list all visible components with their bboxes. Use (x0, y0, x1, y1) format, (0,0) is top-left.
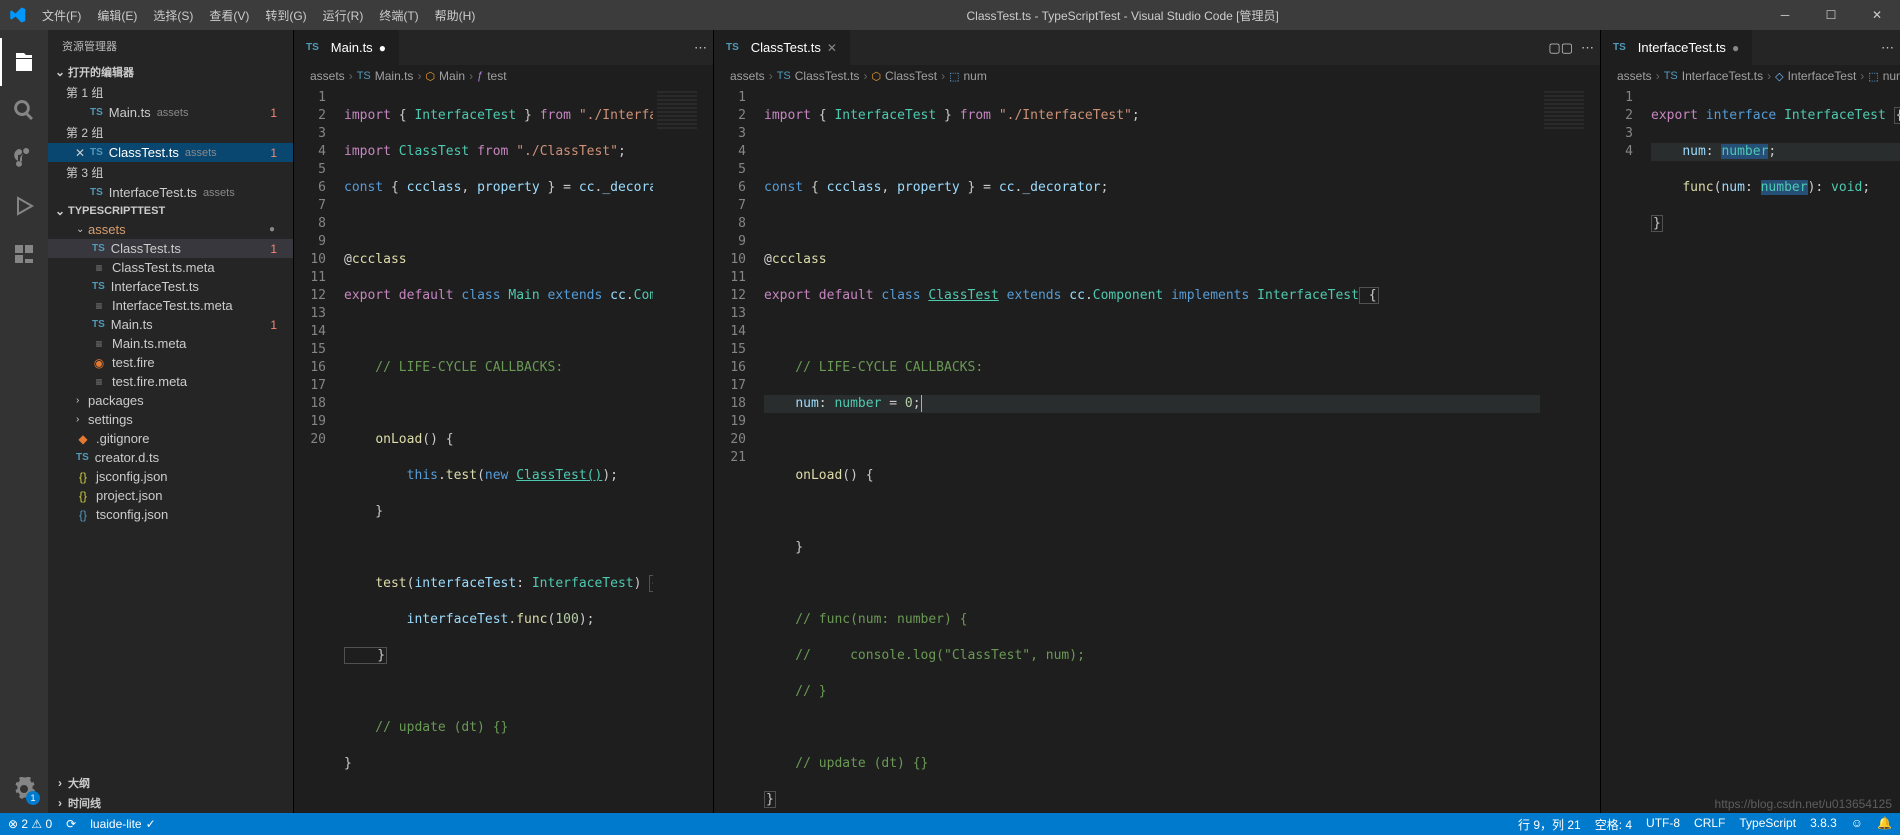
file-jsconfig[interactable]: {}jsconfig.json (48, 467, 293, 486)
open-editors-section[interactable]: ⌄打开的编辑器 (48, 62, 293, 82)
code-interfacetest[interactable]: export interface InterfaceTest { num: nu… (1651, 87, 1900, 813)
code-main[interactable]: import { InterfaceTest } from "./Interfa… (344, 87, 653, 813)
tab-main[interactable]: TSMain.ts● (294, 30, 399, 65)
maximize-button[interactable]: ☐ (1808, 0, 1854, 30)
breadcrumb-main[interactable]: assets› TSMain.ts› ⬡Main› ƒtest (294, 65, 713, 87)
split-editor-icon[interactable]: ▢▢ (1548, 40, 1573, 56)
status-eol[interactable]: CRLF (1694, 816, 1725, 833)
editor-more-icon[interactable]: ⋯ (694, 40, 707, 56)
open-editor-classtest[interactable]: ✕TSClassTest.tsassets1 (48, 143, 293, 162)
gutter-classtest: 123456789101112131415161718192021 (714, 87, 764, 813)
status-remote[interactable]: ⟳ (66, 817, 76, 831)
file-classtest[interactable]: TSClassTest.ts1 (48, 239, 293, 258)
status-errors[interactable]: ⊗ 2 ⚠ 0 (8, 817, 52, 831)
folder-packages[interactable]: ›packages (48, 391, 293, 410)
file-testfire[interactable]: ◉test.fire (48, 353, 293, 372)
status-ln-col[interactable]: 行 9，列 21 (1518, 816, 1581, 833)
menu-goto[interactable]: 转到(G) (257, 0, 314, 30)
code-classtest[interactable]: import { InterfaceTest } from "./Interfa… (764, 87, 1540, 813)
open-editor-main[interactable]: TSMain.tsassets1 (48, 103, 293, 122)
workspace-section[interactable]: ⌄TYPESCRIPTTEST (48, 202, 293, 220)
file-interfacetest[interactable]: TSInterfaceTest.ts (48, 277, 293, 296)
menu-view[interactable]: 查看(V) (201, 0, 257, 30)
extensions-icon[interactable] (0, 230, 48, 278)
minimap-classtest[interactable] (1540, 87, 1600, 813)
menu-run[interactable]: 运行(R) (315, 0, 372, 30)
settings-icon[interactable]: 1 (0, 765, 48, 813)
close-tab-icon[interactable]: ✕ (827, 41, 837, 55)
folder-settings[interactable]: ›settings (48, 410, 293, 429)
editor-group-1: 第 1 组 (48, 82, 293, 103)
file-main-meta[interactable]: ≡Main.ts.meta (48, 334, 293, 353)
file-gitignore[interactable]: ◆.gitignore (48, 429, 293, 448)
status-language[interactable]: TypeScript (1739, 816, 1796, 833)
breadcrumb-classtest[interactable]: assets› TSClassTest.ts› ⬡ClassTest› ⬚num (714, 65, 1600, 87)
editor-group-main: TSMain.ts● ⋯ assets› TSMain.ts› ⬡Main› ƒ… (293, 30, 713, 813)
activitybar: 1 (0, 30, 48, 813)
editor-group-2: 第 2 组 (48, 122, 293, 143)
menu-select[interactable]: 选择(S) (145, 0, 201, 30)
status-spaces[interactable]: 空格: 4 (1595, 816, 1632, 833)
file-classtest-meta[interactable]: ≡ClassTest.ts.meta (48, 258, 293, 277)
window-title: ClassTest.ts - TypeScriptTest - Visual S… (483, 7, 1762, 24)
status-feedback-icon[interactable]: ☺ (1851, 816, 1863, 833)
search-icon[interactable] (0, 86, 48, 134)
menu-terminal[interactable]: 终端(T) (371, 0, 426, 30)
file-main[interactable]: TSMain.ts1 (48, 315, 293, 334)
minimap-main[interactable] (653, 87, 713, 813)
status-encoding[interactable]: UTF-8 (1646, 816, 1680, 833)
scm-icon[interactable] (0, 134, 48, 182)
gutter-interfacetest: 1234 (1601, 87, 1651, 813)
editor-more-icon[interactable]: ⋯ (1581, 40, 1594, 56)
sidebar: 资源管理器 ⌄打开的编辑器 第 1 组 TSMain.tsassets1 第 2… (48, 30, 293, 813)
close-button[interactable]: ✕ (1854, 0, 1900, 30)
menu-help[interactable]: 帮助(H) (427, 0, 484, 30)
open-editor-interfacetest[interactable]: TSInterfaceTest.tsassets (48, 183, 293, 202)
explorer-icon[interactable] (0, 38, 48, 86)
gutter-main: 1234567891011121314151617181920 (294, 87, 344, 813)
file-interfacetest-meta[interactable]: ≡InterfaceTest.ts.meta (48, 296, 293, 315)
editor-group-classtest: TSClassTest.ts✕ ▢▢ ⋯ assets› TSClassTest.… (713, 30, 1600, 813)
menu-file[interactable]: 文件(F) (34, 0, 89, 30)
editor-group-3: 第 3 组 (48, 162, 293, 183)
vscode-logo-icon (8, 6, 26, 24)
sidebar-title: 资源管理器 (48, 30, 293, 62)
folder-assets[interactable]: ⌄assets● (48, 220, 293, 239)
debug-icon[interactable] (0, 182, 48, 230)
menu-edit[interactable]: 编辑(E) (89, 0, 145, 30)
breadcrumb-interfacetest[interactable]: assets› TSInterfaceTest.ts› ◇InterfaceTe… (1601, 65, 1900, 87)
statusbar: ⊗ 2 ⚠ 0 ⟳ luaide-lite 行 9，列 21 空格: 4 UTF… (0, 813, 1900, 835)
status-tsversion[interactable]: 3.8.3 (1810, 816, 1837, 833)
editor-more-icon[interactable]: ⋯ (1881, 40, 1894, 56)
status-luaide[interactable]: luaide-lite (90, 817, 155, 831)
tab-interfacetest[interactable]: TSInterfaceTest.ts● (1601, 30, 1752, 65)
file-creator[interactable]: TScreator.d.ts (48, 448, 293, 467)
editor-group-interfacetest: TSInterfaceTest.ts● ⋯ assets› TSInterfac… (1600, 30, 1900, 813)
watermark: https://blog.csdn.net/u013654125 (1715, 797, 1892, 811)
file-testfire-meta[interactable]: ≡test.fire.meta (48, 372, 293, 391)
timeline-section[interactable]: ›时间线 (48, 793, 293, 813)
titlebar: 文件(F) 编辑(E) 选择(S) 查看(V) 转到(G) 运行(R) 终端(T… (0, 0, 1900, 30)
tab-classtest[interactable]: TSClassTest.ts✕ (714, 30, 850, 65)
status-bell-icon[interactable]: 🔔 (1877, 816, 1892, 833)
minimize-button[interactable]: ─ (1762, 0, 1808, 30)
file-project[interactable]: {}project.json (48, 486, 293, 505)
file-tsconfig[interactable]: {}tsconfig.json (48, 505, 293, 524)
outline-section[interactable]: ›大纲 (48, 773, 293, 793)
